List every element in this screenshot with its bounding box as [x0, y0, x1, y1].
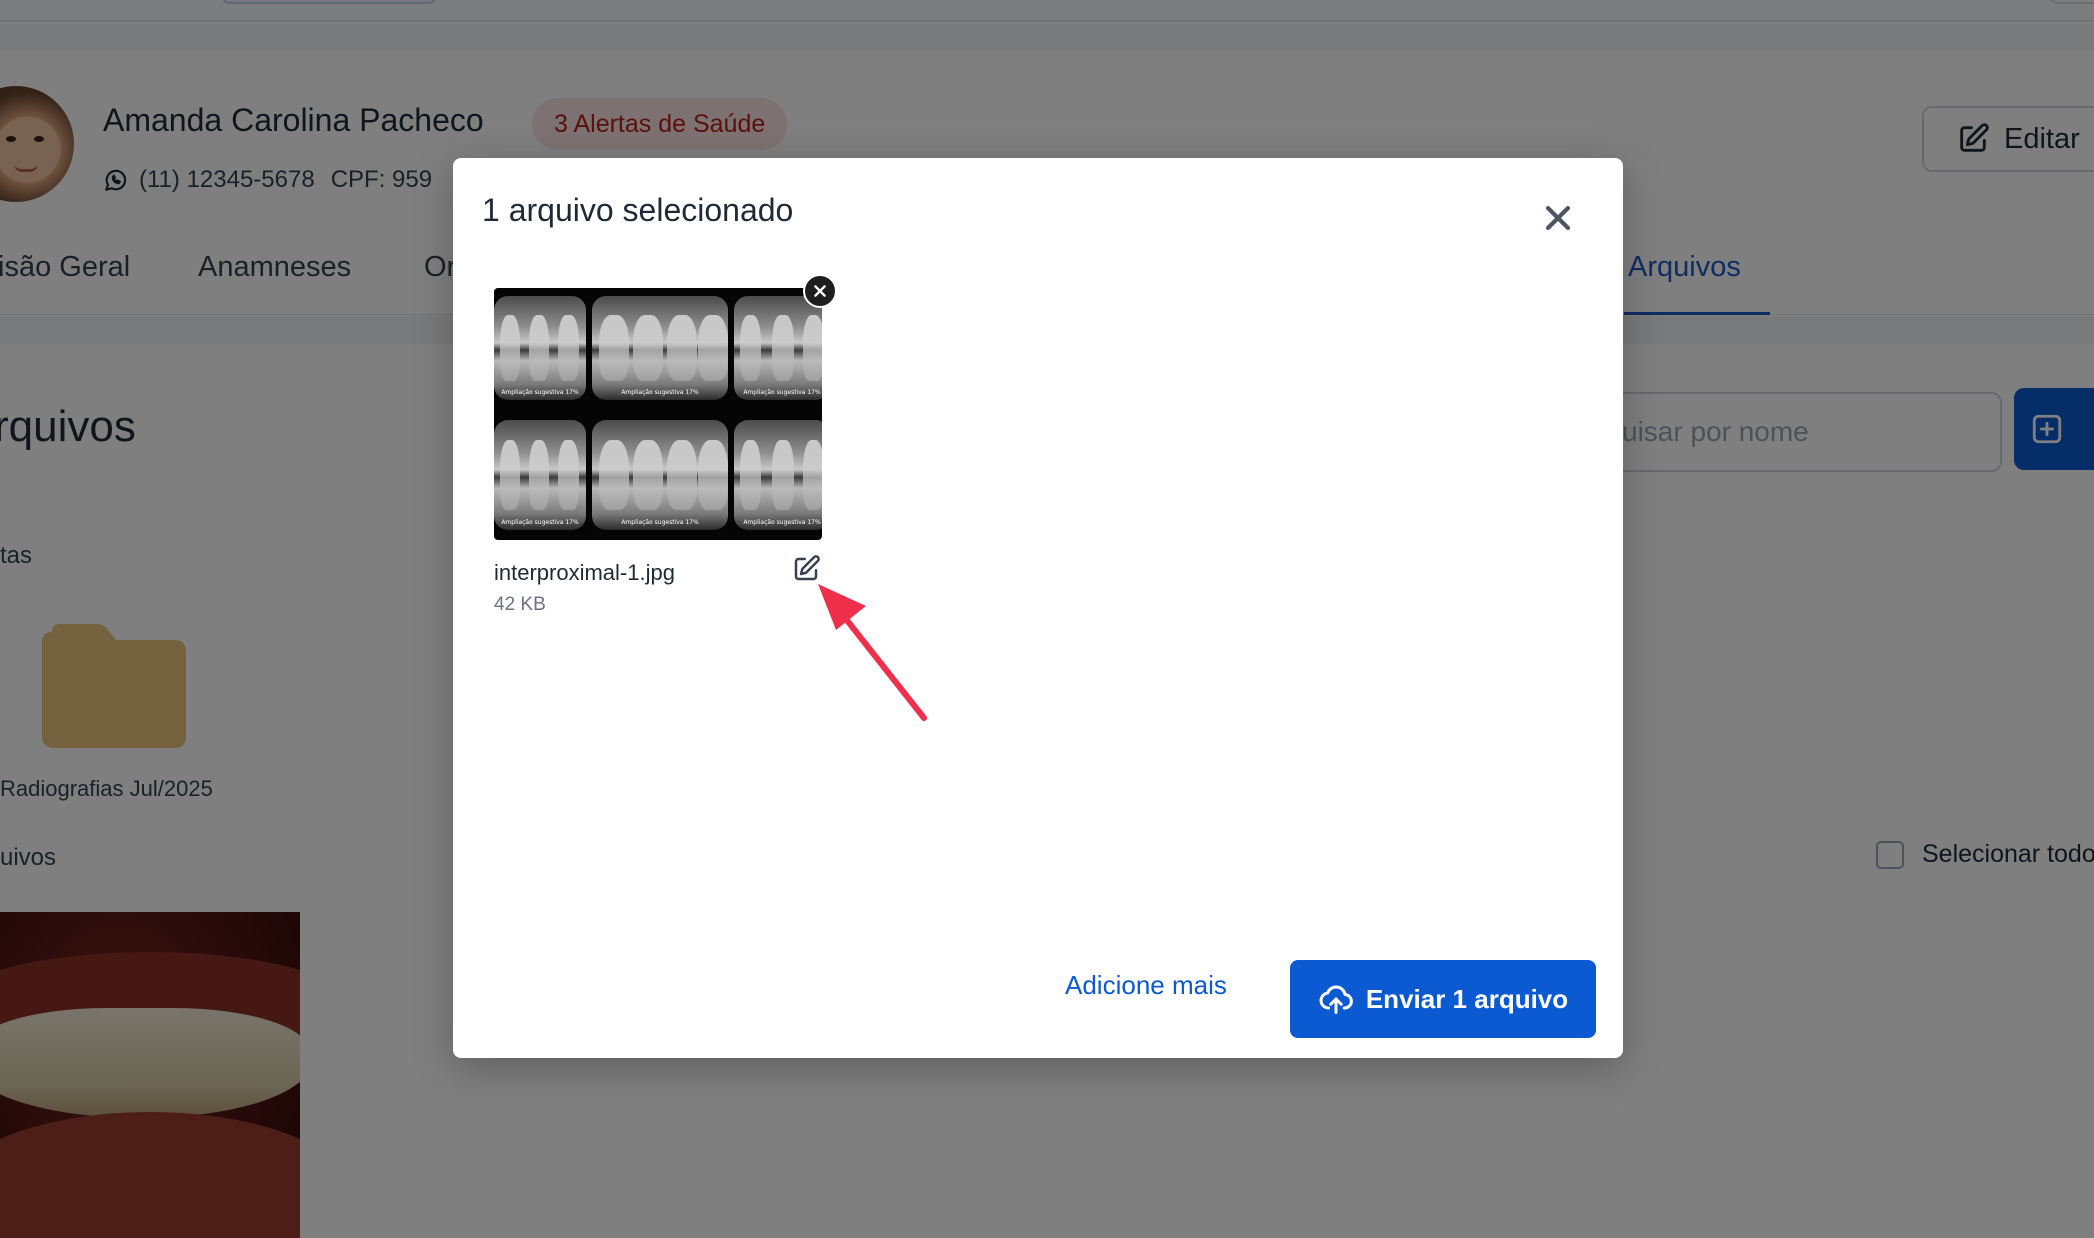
remove-file-button[interactable] [803, 274, 837, 308]
xray-panel: Ampliação sugestiva 17% [734, 296, 822, 400]
file-preview[interactable]: Ampliação sugestiva 17% Ampliação sugest… [494, 288, 822, 540]
file-name: interproximal-1.jpg [494, 560, 675, 585]
edit-file-button[interactable] [791, 554, 823, 586]
close-modal-button[interactable] [1538, 198, 1578, 238]
modal-title: 1 arquivo selecionado [482, 192, 794, 228]
pencil-square-icon [794, 555, 820, 581]
close-icon [1545, 205, 1571, 231]
xray-panel: Ampliação sugestiva 17% [592, 420, 728, 530]
xray-panel: Ampliação sugestiva 17% [592, 296, 728, 400]
upload-modal: 1 arquivo selecionado Ampliação sugestiv… [453, 158, 1623, 1058]
xray-panel: Ampliação sugestiva 17% [734, 420, 822, 530]
send-files-label: Enviar 1 arquivo [1365, 983, 1569, 1014]
close-icon [814, 285, 826, 297]
send-files-button[interactable]: Enviar 1 arquivo [1290, 960, 1596, 1038]
xray-panel: Ampliação sugestiva 17% [494, 296, 586, 400]
add-more-button[interactable]: Adicione mais [1065, 970, 1227, 1001]
file-size: 42 KB [494, 594, 546, 615]
cloud-upload-icon [1319, 985, 1353, 1014]
xray-panel: Ampliação sugestiva 17% [494, 420, 586, 530]
